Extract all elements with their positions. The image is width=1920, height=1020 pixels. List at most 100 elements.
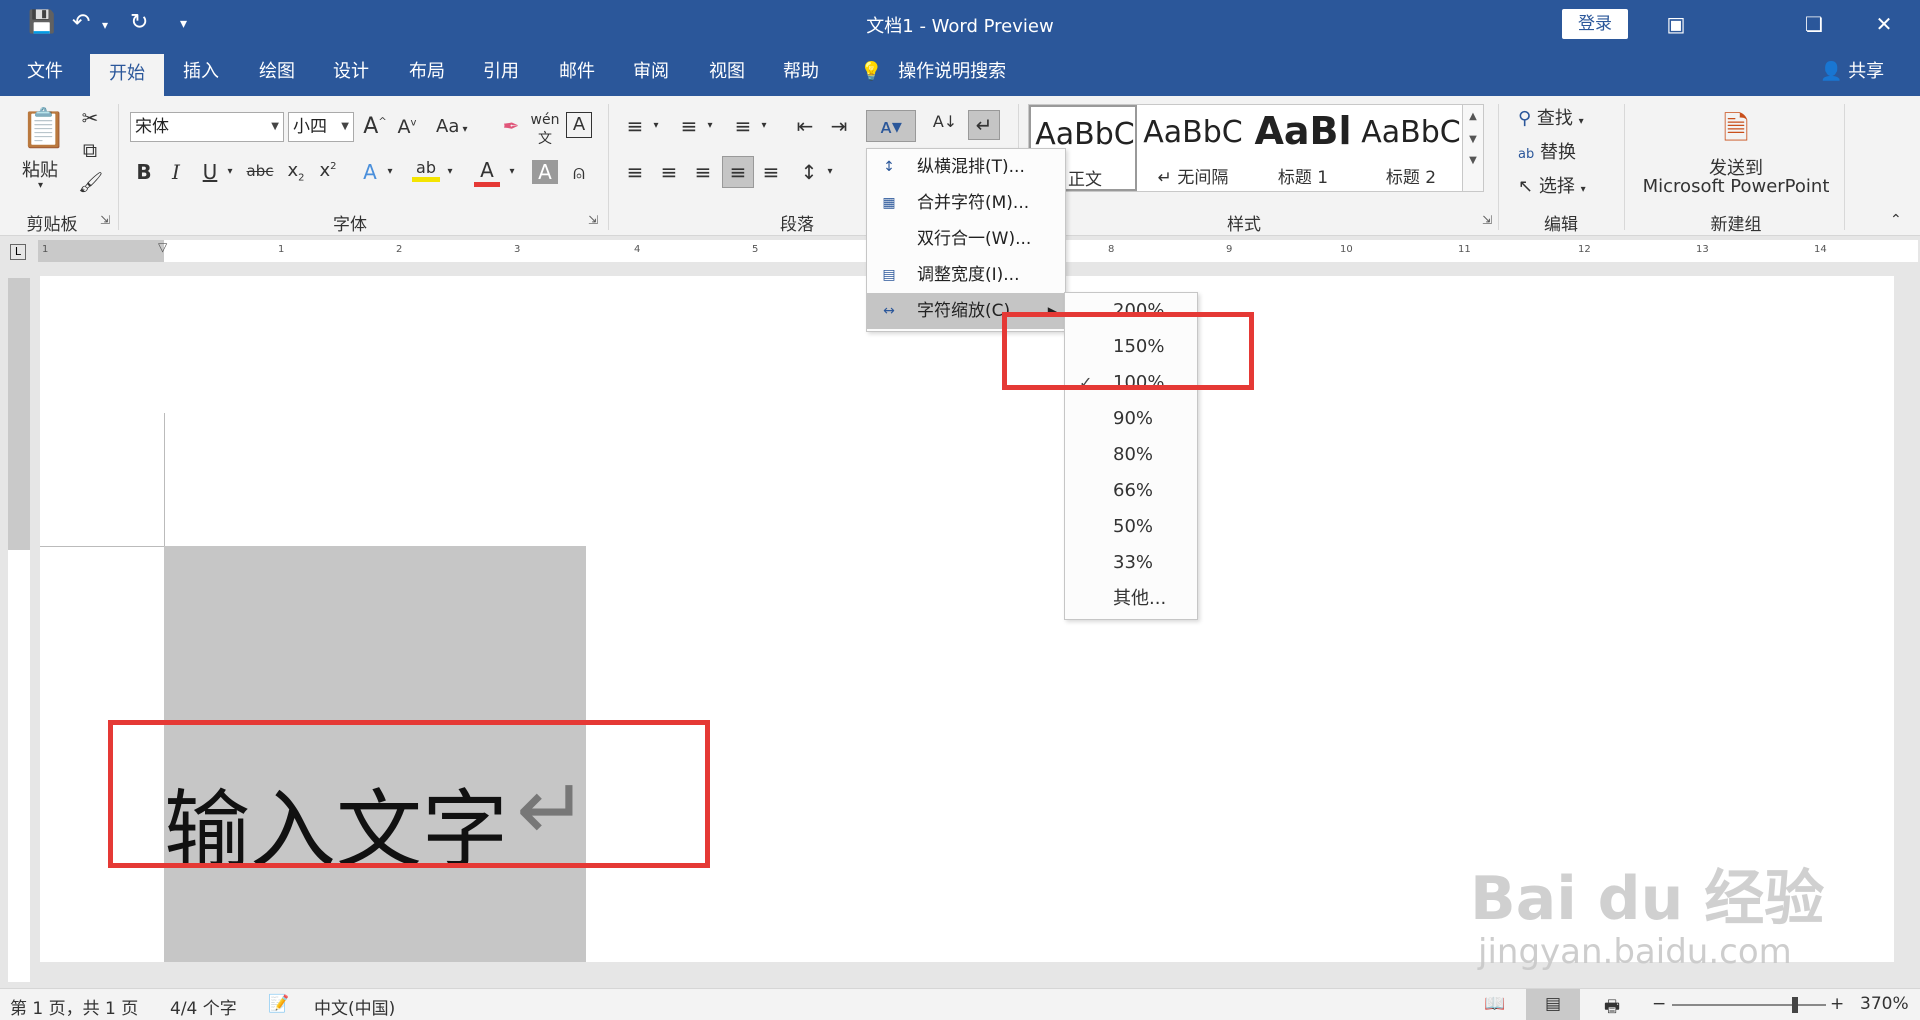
tab-selector-icon[interactable]: L <box>10 244 26 260</box>
clear-format-icon[interactable]: ✒ <box>498 114 524 138</box>
superscript-icon[interactable]: x2 <box>316 160 340 181</box>
tab-mailings[interactable]: 邮件 <box>546 48 608 96</box>
align-right-icon[interactable]: ≡ <box>690 160 716 184</box>
scroll-up-icon[interactable]: ▲ <box>1463 111 1483 122</box>
scale-option[interactable]: 33% <box>1065 545 1197 581</box>
underline-icon[interactable]: U <box>200 160 220 184</box>
cut-icon[interactable]: ✂ <box>78 106 102 130</box>
scale-option[interactable]: 80% <box>1065 437 1197 473</box>
line-spacing-dropdown-icon[interactable]: ▾ <box>824 166 836 177</box>
paste-icon[interactable]: 📋 <box>20 106 67 151</box>
tab-home[interactable]: 开始 <box>90 54 164 96</box>
scroll-down-icon[interactable]: ▼ <box>1463 134 1483 145</box>
tab-references[interactable]: 引用 <box>470 48 532 96</box>
text-effects-dropdown-icon[interactable]: ▾ <box>384 166 396 177</box>
phonetic-guide-icon[interactable]: wén 文 <box>530 112 560 148</box>
scale-option[interactable]: 50% <box>1065 509 1197 545</box>
sort-icon[interactable]: A↓ <box>932 112 958 131</box>
login-button[interactable]: 登录 <box>1562 9 1628 39</box>
language[interactable]: 中文(中国) <box>314 994 395 1019</box>
style-heading-2[interactable]: AaBbC 标题 2 <box>1357 105 1465 191</box>
zoom-level[interactable]: 370% <box>1860 994 1909 1014</box>
tab-insert[interactable]: 插入 <box>170 48 232 96</box>
tab-help[interactable]: 帮助 <box>770 48 832 96</box>
strikethrough-icon[interactable]: abc <box>244 162 276 180</box>
zoom-out-icon[interactable]: − <box>1652 994 1666 1014</box>
style-heading-1[interactable]: AaBl 标题 1 <box>1249 105 1357 191</box>
font-name-dropdown[interactable]: 宋体 ▼ <box>130 112 284 142</box>
clipboard-launcher-icon[interactable]: ⇲ <box>100 213 110 227</box>
scale-option[interactable]: 66% <box>1065 473 1197 509</box>
highlight-icon[interactable]: ab <box>412 158 440 182</box>
enclose-characters-icon[interactable]: ⍝ <box>566 160 592 184</box>
tab-review[interactable]: 审阅 <box>620 48 682 96</box>
format-painter-icon[interactable]: 🖌 <box>78 170 103 194</box>
increase-indent-icon[interactable]: ⇥ <box>826 114 852 138</box>
close-icon[interactable]: ✕ <box>1866 8 1902 40</box>
styles-scrollbar[interactable]: ▲ ▼ ▼ <box>1462 104 1484 192</box>
font-color-icon[interactable]: A <box>474 158 500 187</box>
justify-icon[interactable]: ≡ <box>722 156 754 188</box>
multilevel-list-icon[interactable]: ≡ <box>730 114 756 138</box>
read-mode-icon[interactable]: 📖 <box>1484 994 1505 1014</box>
gallery-more-icon[interactable]: ▼ <box>1463 155 1483 166</box>
style-no-spacing[interactable]: AaBbC ↵ 无间隔 <box>1139 105 1247 191</box>
web-layout-icon[interactable]: 🖶 <box>1604 994 1620 1020</box>
find-button[interactable]: ⚲ 查找 ▾ <box>1518 104 1584 130</box>
asian-layout-icon[interactable]: ᴀ▾ <box>866 110 916 142</box>
send-to-powerpoint-line2[interactable]: Microsoft PowerPoint <box>1640 176 1832 197</box>
numbering-dropdown-icon[interactable]: ▾ <box>704 120 716 131</box>
paste-button[interactable]: 粘贴 <box>22 156 58 182</box>
ribbon-display-icon[interactable]: ▣ <box>1658 8 1694 40</box>
grow-font-icon[interactable]: A^ <box>362 114 388 139</box>
menu-item-combine-characters[interactable]: ▦ 合并字符(M)... <box>867 185 1065 221</box>
copy-icon[interactable]: ⧉ <box>78 138 102 162</box>
show-marks-icon[interactable]: ↵ <box>968 110 1000 140</box>
word-count[interactable]: 4/4 个字 <box>170 994 237 1019</box>
underline-dropdown-icon[interactable]: ▾ <box>224 166 236 177</box>
zoom-slider[interactable] <box>1672 1004 1826 1006</box>
restore-icon[interactable]: ❏ <box>1796 8 1832 40</box>
numbering-icon[interactable]: ≡ <box>676 114 702 138</box>
print-layout-icon[interactable]: ▤ <box>1526 989 1580 1020</box>
zoom-slider-thumb[interactable] <box>1792 997 1798 1013</box>
font-color-dropdown-icon[interactable]: ▾ <box>506 166 518 177</box>
indent-marker-icon[interactable]: ▽ <box>158 240 167 254</box>
italic-icon[interactable]: I <box>166 160 186 184</box>
scale-option-more[interactable]: 其他... <box>1065 581 1197 617</box>
font-size-dropdown[interactable]: 小四 ▼ <box>288 112 354 142</box>
character-shading-icon[interactable]: A <box>532 160 558 184</box>
multilevel-list-dropdown-icon[interactable]: ▾ <box>758 120 770 131</box>
proofing-icon[interactable]: 📝 <box>268 994 289 1014</box>
font-launcher-icon[interactable]: ⇲ <box>588 213 598 227</box>
menu-item-vertical-in-horizontal[interactable]: ↕ 纵横混排(T)... <box>867 149 1065 185</box>
powerpoint-icon[interactable]: 🗎 <box>1716 106 1756 160</box>
bold-icon[interactable]: B <box>134 160 154 184</box>
highlight-dropdown-icon[interactable]: ▾ <box>444 166 456 177</box>
tab-design[interactable]: 设计 <box>320 48 382 96</box>
decrease-indent-icon[interactable]: ⇤ <box>792 114 818 138</box>
tab-draw[interactable]: 绘图 <box>246 48 308 96</box>
shrink-font-icon[interactable]: Av <box>394 116 420 138</box>
tab-file[interactable]: 文件 <box>14 48 76 96</box>
change-case-button[interactable]: Aa ▾ <box>436 116 468 137</box>
distributed-icon[interactable]: ≡ <box>758 160 784 184</box>
paste-dropdown-icon[interactable]: ▾ <box>38 180 43 191</box>
line-spacing-icon[interactable]: ↕ <box>796 160 822 184</box>
menu-item-two-lines-in-one[interactable]: 双行合一(W)... <box>867 221 1065 257</box>
text-effects-icon[interactable]: A <box>358 160 382 184</box>
select-button[interactable]: ↖ 选择 ▾ <box>1518 172 1586 198</box>
character-border-icon[interactable]: A <box>566 112 592 138</box>
replace-button[interactable]: ab 替换 <box>1518 138 1576 164</box>
scale-option[interactable]: 90% <box>1065 401 1197 437</box>
share-button[interactable]: 👤 共享 <box>1820 48 1884 96</box>
collapse-ribbon-icon[interactable]: ⌃ <box>1890 212 1902 228</box>
page-count[interactable]: 第 1 页，共 1 页 <box>10 994 138 1019</box>
align-center-icon[interactable]: ≡ <box>656 160 682 184</box>
tell-me-search[interactable]: 💡 操作说明搜索 <box>860 48 1006 96</box>
tab-layout[interactable]: 布局 <box>396 48 458 96</box>
zoom-in-icon[interactable]: + <box>1830 994 1844 1014</box>
subscript-icon[interactable]: x2 <box>284 160 308 184</box>
menu-item-fit-text[interactable]: ▤ 调整宽度(I)... <box>867 257 1065 293</box>
vertical-ruler[interactable] <box>0 268 38 988</box>
